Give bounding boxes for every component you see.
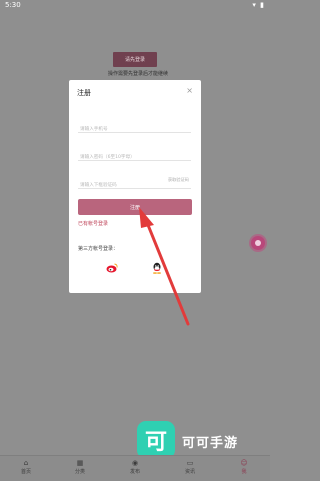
tab-category[interactable]: ▦ 分类 <box>62 459 98 475</box>
tab-label: 我 <box>241 469 247 475</box>
background-login-hint: 操作需要先登录后才能继续 <box>107 71 168 77</box>
floating-assist-button[interactable] <box>251 236 265 250</box>
password-field <box>78 143 191 166</box>
third-party-label: 第三方帐号登录： <box>78 246 119 252</box>
code-field: 获取验证码 <box>78 171 191 194</box>
close-icon[interactable]: × <box>186 86 193 95</box>
watermark-text: 可可手游 <box>182 436 239 451</box>
tab-publish[interactable]: ◉ 发布 <box>117 459 153 475</box>
tab-label: 资讯 <box>184 469 195 475</box>
weibo-icon[interactable] <box>106 263 118 273</box>
register-dialog: 注册 × 获取验证码 注册 已有帐号登录 第三方帐号登录： <box>69 80 201 293</box>
bottom-tab-bar: ⌂ 首页 ▦ 分类 ◉ 发布 ▭ 资讯 ☺ 我 <box>0 455 270 481</box>
password-input[interactable] <box>78 149 191 166</box>
status-bar: 5:30 ▾ ▮ <box>0 0 270 12</box>
tab-label: 分类 <box>74 469 85 475</box>
register-button[interactable]: 注册 <box>78 199 192 215</box>
phone-field <box>78 115 191 138</box>
tab-news[interactable]: ▭ 资讯 <box>172 459 208 475</box>
background-login-button: 请先登录 <box>113 52 157 67</box>
status-icons: ▾ ▮ <box>252 1 265 9</box>
user-icon: ☺ <box>240 459 248 467</box>
watermark-logo: 可 <box>137 421 175 459</box>
tab-label: 发布 <box>129 469 140 475</box>
grid-icon: ▦ <box>76 459 84 467</box>
publish-icon: ◉ <box>131 459 139 467</box>
qq-icon[interactable] <box>152 262 162 274</box>
login-link[interactable]: 已有帐号登录 <box>78 220 108 227</box>
get-code-button[interactable]: 获取验证码 <box>168 177 189 183</box>
status-time: 5:30 <box>5 1 21 9</box>
tab-me[interactable]: ☺ 我 <box>226 459 262 475</box>
phone-input[interactable] <box>78 121 191 138</box>
code-input[interactable] <box>78 177 158 194</box>
tab-label: 首页 <box>20 469 31 475</box>
floating-dot-icon <box>255 240 261 246</box>
tab-home[interactable]: ⌂ 首页 <box>8 459 44 475</box>
dialog-title: 注册 <box>77 89 91 97</box>
news-icon: ▭ <box>186 459 194 467</box>
home-icon: ⌂ <box>23 459 29 467</box>
